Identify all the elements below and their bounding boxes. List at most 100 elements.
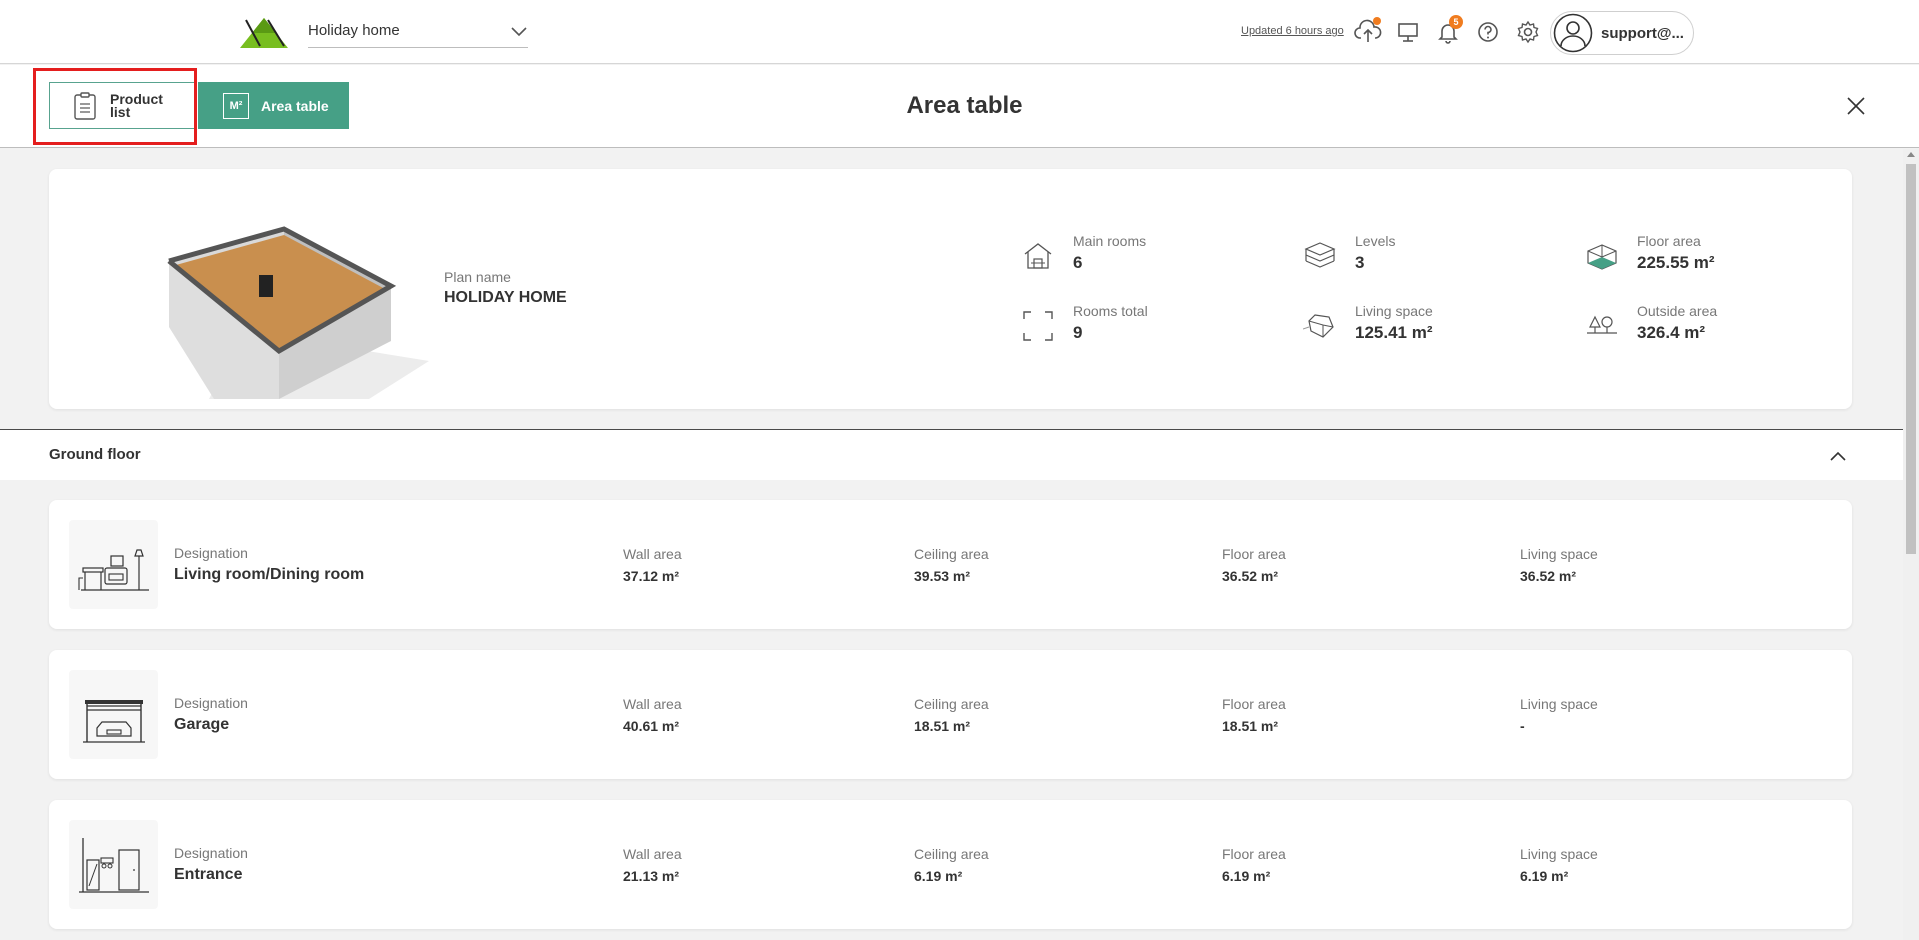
room-name: Entrance — [174, 866, 243, 883]
entrance-icon — [69, 820, 158, 909]
house-icon — [1021, 239, 1055, 273]
floor-area-label: Floor area — [1222, 546, 1286, 562]
stat-value: 3 — [1355, 253, 1365, 272]
designation-label: Designation — [174, 545, 248, 561]
stat-floor-area: Floor area 225.55 m² — [1585, 233, 1845, 279]
scrollbar-thumb[interactable] — [1906, 164, 1916, 554]
living-space-cell: Living space 36.52 m² — [1520, 546, 1598, 584]
wall-area-value: 40.61 m² — [623, 718, 680, 734]
user-name: support@... — [1601, 24, 1684, 42]
living-space-label: Living space — [1520, 696, 1598, 712]
frame-corners-icon — [1021, 309, 1055, 343]
user-menu[interactable]: support@... — [1550, 11, 1694, 55]
wall-area-cell: Wall area 37.12 m² — [623, 546, 682, 584]
top-header: Holiday home Updated 6 hours ago 5 suppo… — [0, 0, 1919, 64]
notification-badge: 5 — [1449, 15, 1463, 29]
ceiling-area-cell: Ceiling area 18.51 m² — [914, 696, 989, 734]
garage-icon — [69, 670, 158, 759]
stat-value: 125.41 m² — [1355, 323, 1433, 342]
floor-area-cell: Floor area 18.51 m² — [1222, 696, 1286, 734]
living-space-value: 6.19 m² — [1520, 868, 1569, 884]
vertical-scrollbar[interactable] — [1903, 149, 1919, 940]
page-title: Area table — [906, 92, 1023, 119]
floor-area-value: 6.19 m² — [1222, 868, 1271, 884]
living-room-icon — [69, 520, 158, 609]
cloud-upload-icon[interactable] — [1354, 17, 1382, 46]
stat-label: Floor area — [1637, 233, 1701, 249]
ceiling-area-label: Ceiling area — [914, 546, 989, 562]
trees-icon — [1585, 309, 1619, 343]
ceiling-area-cell: Ceiling area 39.53 m² — [914, 546, 989, 584]
layers-icon — [1303, 239, 1337, 273]
chevron-up-icon[interactable] — [1828, 446, 1848, 466]
stat-outside-area: Outside area 326.4 m² — [1585, 303, 1845, 349]
wall-area-value: 21.13 m² — [623, 868, 680, 884]
close-icon[interactable] — [1846, 96, 1866, 116]
floor-area-value: 36.52 m² — [1222, 568, 1279, 584]
floor-box-icon — [1585, 239, 1619, 273]
stat-label: Main rooms — [1073, 233, 1147, 249]
living-space-value: 36.52 m² — [1520, 568, 1577, 584]
living-space-cell: Living space 6.19 m² — [1520, 846, 1598, 884]
plan-name-value: HOLIDAY HOME — [444, 289, 567, 306]
ceiling-area-label: Ceiling area — [914, 846, 989, 862]
wall-area-label: Wall area — [623, 546, 682, 562]
project-name: Holiday home — [308, 22, 400, 39]
user-avatar-icon — [1553, 13, 1593, 53]
wall-area-cell: Wall area 40.61 m² — [623, 696, 682, 734]
room-name: Living room/Dining room — [174, 566, 365, 583]
living-space-value: - — [1520, 718, 1525, 734]
ceiling-area-label: Ceiling area — [914, 696, 989, 712]
scroll-up-icon[interactable] — [1907, 152, 1915, 157]
stat-rooms-total: Rooms total 9 — [1021, 303, 1281, 349]
room-row: Designation Living room/Dining room Wall… — [49, 500, 1852, 629]
last-updated-link[interactable]: Updated 6 hours ago — [1241, 25, 1344, 37]
stat-levels: Levels 3 — [1303, 233, 1563, 279]
wall-area-value: 37.12 m² — [623, 568, 680, 584]
project-select[interactable]: Holiday home — [308, 14, 528, 48]
ceiling-area-value: 6.19 m² — [914, 868, 963, 884]
stat-value: 6 — [1073, 253, 1083, 272]
main-content: Plan name HOLIDAY HOME Main rooms 6 Room… — [0, 149, 1903, 940]
bell-icon[interactable]: 5 — [1434, 15, 1463, 46]
ceiling-area-value: 18.51 m² — [914, 718, 971, 734]
stat-living-space: Living space 125.41 m² — [1302, 303, 1563, 349]
section-title: Ground floor — [49, 446, 141, 463]
stat-label: Rooms total — [1073, 303, 1148, 319]
designation-label: Designation — [174, 845, 248, 861]
plan-name-label: Plan name — [444, 269, 511, 285]
stat-value: 326.4 m² — [1637, 323, 1706, 342]
ceiling-area-value: 39.53 m² — [914, 568, 971, 584]
room-name: Garage — [174, 716, 230, 733]
chevron-down-icon — [510, 22, 528, 40]
help-icon[interactable] — [1474, 18, 1502, 46]
floor-area-cell: Floor area 6.19 m² — [1222, 846, 1286, 884]
stat-main-rooms: Main rooms 6 — [1021, 233, 1281, 279]
stat-label: Levels — [1355, 233, 1396, 249]
stat-label: Outside area — [1637, 303, 1718, 319]
stat-label: Living space — [1355, 303, 1433, 319]
floor-area-value: 18.51 m² — [1222, 718, 1279, 734]
sync-status-dot — [1373, 17, 1381, 25]
floor-area-label: Floor area — [1222, 696, 1286, 712]
sub-header: Product list M² Area table Area table — [0, 65, 1919, 148]
wall-area-label: Wall area — [623, 696, 682, 712]
stat-value: 9 — [1073, 323, 1083, 342]
floor-area-label: Floor area — [1222, 846, 1286, 862]
stat-value: 225.55 m² — [1637, 253, 1715, 272]
wall-area-cell: Wall area 21.13 m² — [623, 846, 682, 884]
plan-3d-preview — [69, 181, 429, 399]
room-row: Designation Garage Wall area 40.61 m² Ce… — [49, 650, 1852, 779]
living-space-label: Living space — [1520, 846, 1598, 862]
living-space-cell: Living space - — [1520, 696, 1598, 734]
leroy-merlin-logo[interactable] — [238, 16, 290, 50]
gear-icon[interactable] — [1514, 18, 1542, 46]
section-ground-floor[interactable]: Ground floor — [0, 429, 1903, 480]
presentation-icon[interactable] — [1394, 18, 1422, 46]
designation-label: Designation — [174, 695, 248, 711]
living-space-label: Living space — [1520, 546, 1598, 562]
room-row: Designation Entrance Wall area 21.13 m² … — [49, 800, 1852, 929]
plan-summary-card: Plan name HOLIDAY HOME Main rooms 6 Room… — [49, 169, 1852, 409]
wall-area-label: Wall area — [623, 846, 682, 862]
ceiling-area-cell: Ceiling area 6.19 m² — [914, 846, 989, 884]
